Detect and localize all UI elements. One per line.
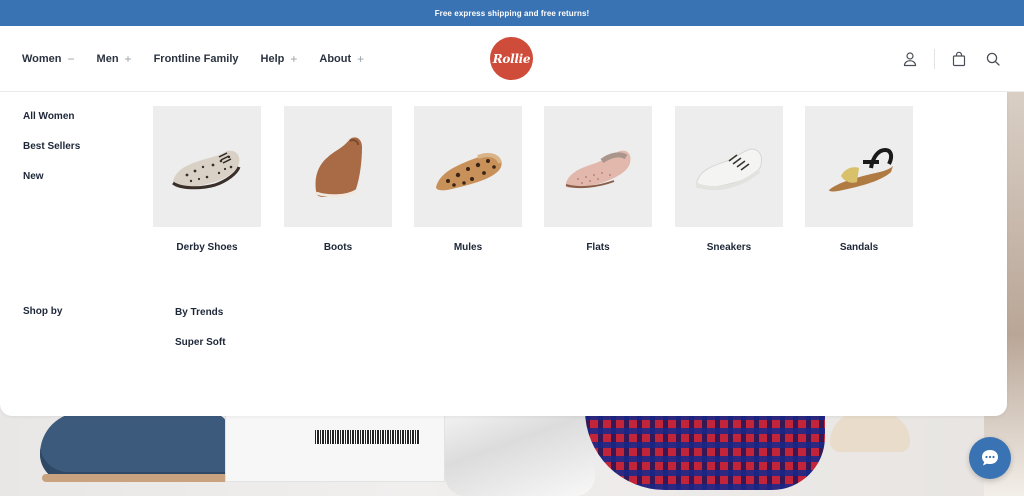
women-mega-menu: All Women Best Sellers New Derby Shoes B… [0, 92, 1007, 416]
expand-icon: + [357, 52, 365, 66]
nav-item-label: Frontline Family [153, 53, 239, 65]
logo-text: Rollie [492, 51, 531, 66]
expand-icon: + [290, 52, 298, 66]
link-best-sellers[interactable]: Best Sellers [23, 140, 80, 170]
nav-item-women[interactable]: Women − [22, 52, 75, 66]
nav-item-men[interactable]: Men + [97, 52, 132, 66]
sandal-image [805, 106, 913, 227]
link-all-women[interactable]: All Women [23, 110, 80, 140]
flat-shoe-image [544, 106, 652, 227]
category-label: Sandals [839, 242, 879, 253]
sneaker-image [675, 106, 783, 227]
hero-shoe [830, 412, 910, 452]
search-icon[interactable] [984, 50, 1002, 68]
nav-item-about[interactable]: About + [319, 52, 364, 66]
link-by-trends[interactable]: By Trends [175, 306, 226, 336]
derby-shoe-image [153, 106, 261, 227]
user-icon[interactable] [901, 50, 919, 68]
category-label: Derby Shoes [176, 242, 238, 253]
category-label: Boots [323, 242, 353, 253]
category-label: Sneakers [706, 242, 752, 253]
collapse-icon: − [67, 52, 75, 66]
nav-item-frontline-family[interactable]: Frontline Family [154, 53, 239, 65]
barcode-icon [315, 430, 420, 444]
brand-logo[interactable]: Rollie [490, 37, 533, 80]
category-boots[interactable]: Boots [284, 106, 392, 253]
category-flats[interactable]: Flats [544, 106, 652, 253]
nav-item-label: About [319, 53, 352, 65]
category-label: Mules [453, 242, 483, 253]
promo-bar: Free express shipping and free returns! [0, 0, 1024, 26]
side-links: All Women Best Sellers New [23, 110, 80, 200]
boot-image [284, 106, 392, 227]
divider [934, 49, 935, 69]
nav-item-label: Men [96, 53, 119, 65]
shopping-bag-icon[interactable] [950, 50, 968, 68]
main-nav: Women − Men + Frontline Family Help + Ab… [22, 26, 386, 92]
category-label: Flats [586, 242, 610, 253]
hero-plaid-fabric [585, 410, 825, 490]
shop-by-heading: Shop by [23, 306, 63, 317]
hero-boot-sole [42, 474, 228, 482]
hero-packaging [445, 410, 595, 496]
trend-links: By Trends Super Soft [175, 306, 226, 366]
chat-button[interactable] [969, 437, 1011, 479]
hero-shoebox [225, 412, 445, 482]
category-derby-shoes[interactable]: Derby Shoes [153, 106, 261, 253]
category-sneakers[interactable]: Sneakers [675, 106, 783, 253]
nav-item-help[interactable]: Help + [261, 52, 298, 66]
category-sandals[interactable]: Sandals [805, 106, 913, 253]
link-new[interactable]: New [23, 170, 80, 200]
category-mules[interactable]: Mules [414, 106, 522, 253]
header-actions [901, 26, 1002, 92]
link-super-soft[interactable]: Super Soft [175, 336, 226, 366]
site-header: Women − Men + Frontline Family Help + Ab… [0, 26, 1024, 92]
mule-image [414, 106, 522, 227]
nav-item-label: Help [260, 53, 285, 65]
chat-bubble-icon [982, 450, 998, 466]
expand-icon: + [124, 52, 132, 66]
promo-text: Free express shipping and free returns! [434, 8, 590, 18]
nav-item-label: Women [22, 53, 62, 65]
hero-boot [40, 412, 230, 482]
